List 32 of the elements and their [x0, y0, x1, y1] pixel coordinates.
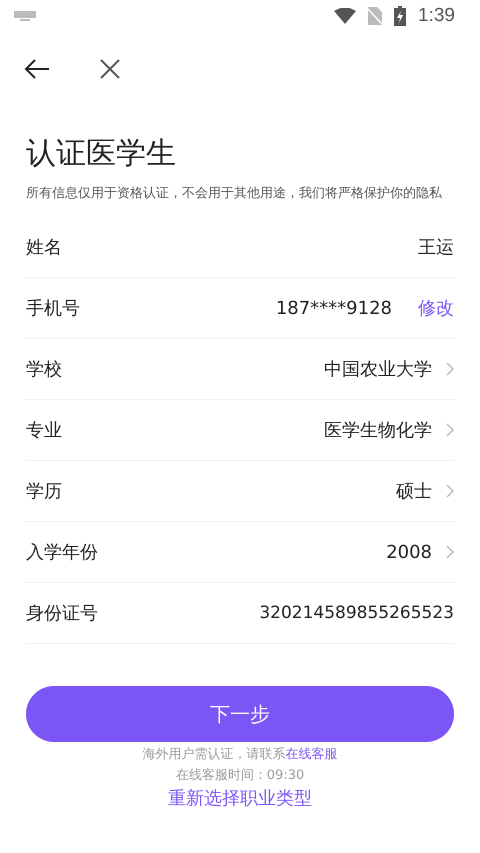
battery-icon	[394, 6, 406, 26]
field-value: 187****9128	[276, 298, 392, 318]
select-field[interactable]: 2008	[386, 542, 454, 562]
field-label: 入学年份	[26, 541, 98, 564]
chevron-icon	[446, 484, 454, 498]
field-label: 学历	[26, 480, 62, 503]
field-label: 学校	[26, 358, 62, 381]
field-label: 专业	[26, 419, 62, 442]
service-link[interactable]: 在线客服	[286, 747, 338, 762]
field-label: 姓名	[26, 236, 62, 259]
chevron-icon	[446, 362, 454, 376]
edit-link[interactable]: 修改	[418, 296, 454, 320]
keyboard-icon	[14, 11, 36, 21]
no-sim-icon	[368, 7, 382, 25]
notice-text: 海外用户需认证，请联系在线客服	[142, 746, 338, 763]
select-field[interactable]: 硕士	[396, 479, 454, 503]
back-button[interactable]	[22, 57, 52, 81]
privacy-note: 所有信息仅用于资格认证，不会用于其他用途，我们将严格保护你的隐私	[26, 185, 443, 203]
next-button[interactable]: 下一步	[26, 686, 454, 742]
status-time: 1:39	[418, 5, 455, 27]
select-field[interactable]: 医学生物化学	[324, 418, 454, 442]
field-label: 手机号	[26, 297, 80, 320]
page-title: 认证医学生	[26, 135, 177, 173]
field-label: 身份证号	[26, 602, 98, 625]
close-button[interactable]	[98, 57, 122, 81]
select-field[interactable]: 中国农业大学	[324, 357, 454, 381]
chevron-icon	[446, 545, 454, 559]
chevron-icon	[446, 423, 454, 437]
service-hours: 在线客服时间：09:30	[174, 767, 306, 784]
wifi-icon	[334, 8, 356, 24]
reselect-link[interactable]: 重新选择职业类型	[168, 786, 312, 810]
field-value: 王运	[418, 236, 454, 259]
